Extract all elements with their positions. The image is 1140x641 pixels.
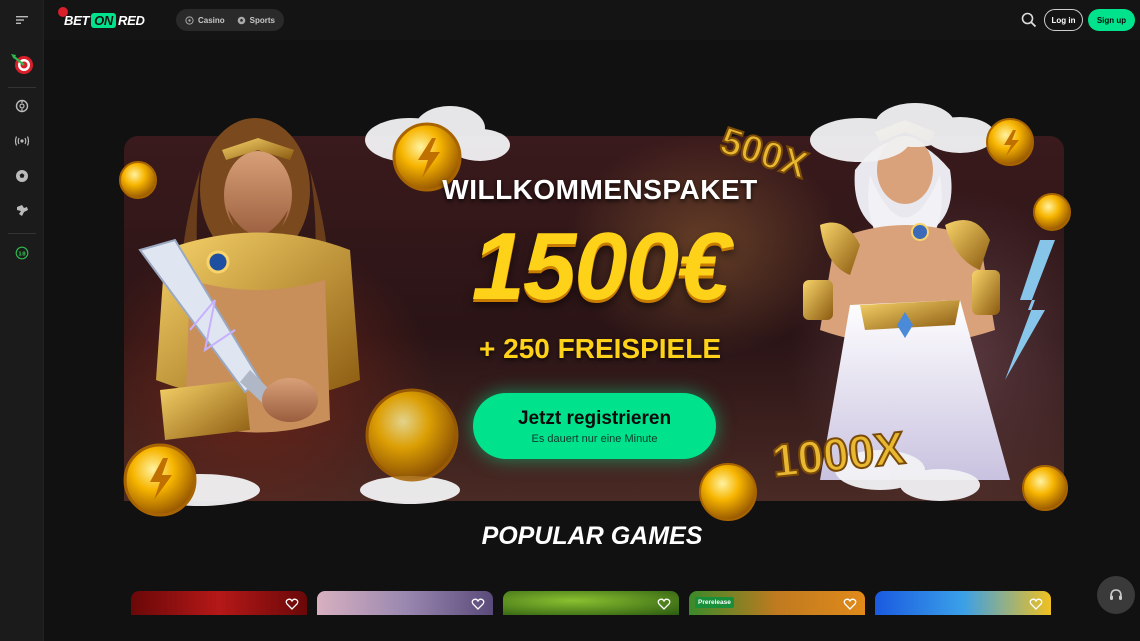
game-card[interactable]: [875, 591, 1051, 615]
banner-title: WILLKOMMENSPAKET: [442, 174, 758, 205]
viewport-bottom: [44, 615, 1140, 641]
heart-icon[interactable]: [657, 597, 671, 611]
zeus-hero-illustration: [803, 120, 1055, 480]
game-card[interactable]: [503, 591, 679, 615]
register-cta-label: Jetzt registrieren: [517, 407, 672, 429]
heart-icon[interactable]: [285, 597, 299, 611]
register-cta-button[interactable]: Jetzt registrieren Es dauert nur eine Mi…: [473, 393, 716, 459]
register-cta-sublabel: Es dauert nur eine Minute: [531, 432, 658, 445]
support-chat-button[interactable]: [1097, 576, 1135, 614]
game-card[interactable]: [131, 591, 307, 615]
banner-bonus-amount: 1500€: [471, 213, 731, 320]
banner-free-spins: + 250 FREISPIELE: [479, 333, 721, 364]
headset-icon: [1110, 589, 1122, 600]
heart-icon[interactable]: [1029, 597, 1043, 611]
game-card[interactable]: Prerelease: [689, 591, 865, 615]
warrior-hero-illustration: [138, 118, 360, 440]
popular-games-title: POPULAR GAMES: [481, 522, 703, 550]
heart-icon[interactable]: [471, 597, 485, 611]
prerelease-badge: Prerelease: [695, 597, 734, 608]
game-card[interactable]: [317, 591, 493, 615]
heart-icon[interactable]: [843, 597, 857, 611]
